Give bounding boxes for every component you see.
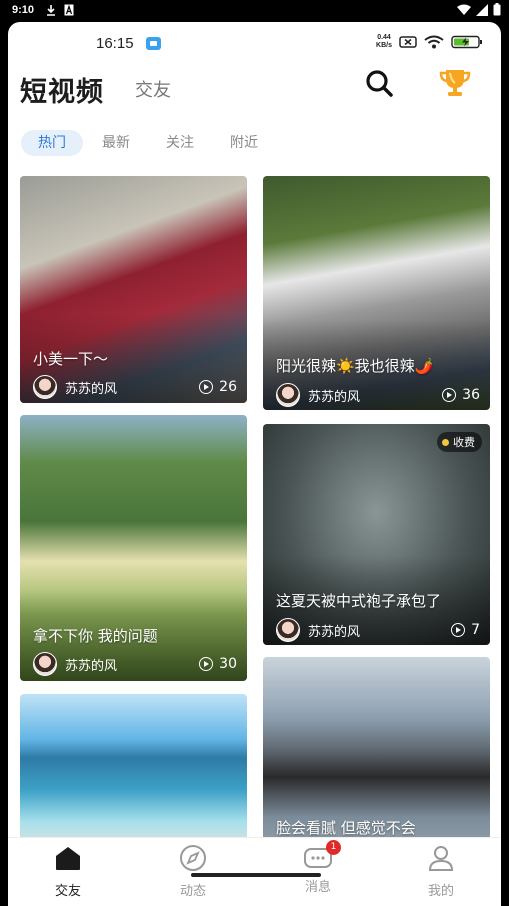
coin-icon — [442, 438, 449, 446]
app-notification-icon — [146, 37, 161, 50]
network-speed: 0.44 KB/s — [376, 34, 392, 49]
download-icon — [47, 5, 55, 16]
video-thumbnail — [20, 694, 247, 854]
avatar — [33, 375, 57, 399]
nav-item-feed[interactable]: 动态 — [153, 844, 233, 899]
nav-item-dating[interactable]: 交友 — [28, 844, 108, 899]
notification-a-icon — [64, 4, 74, 16]
video-author[interactable]: 苏苏的风 — [33, 375, 117, 399]
nav-item-messages[interactable]: 1 消息 — [278, 840, 358, 895]
view-count: 30 — [199, 656, 237, 672]
wifi-icon — [424, 35, 444, 49]
avatar — [276, 383, 300, 407]
avatar — [33, 652, 57, 676]
trophy-icon[interactable] — [438, 66, 472, 100]
video-caption: 拿不下你 我的问题 — [33, 627, 158, 645]
inner-status-bar: 16:15 0.44 KB/s — [8, 32, 501, 54]
compass-icon — [180, 845, 206, 871]
subtab-hot[interactable]: 热门 — [21, 130, 83, 156]
search-icon[interactable] — [364, 68, 394, 98]
subtab-bar: 热门 最新 关注 附近 — [21, 130, 277, 156]
author-name: 苏苏的风 — [308, 389, 361, 405]
author-name: 苏苏的风 — [308, 624, 361, 640]
video-author[interactable]: 苏苏的风 — [33, 652, 117, 676]
avatar — [276, 618, 300, 642]
play-icon — [199, 657, 214, 671]
view-count: 36 — [442, 387, 480, 403]
page-title[interactable]: 短视频 — [20, 70, 104, 109]
home-icon — [56, 847, 80, 870]
video-card[interactable]: 拿不下你 我的问题 苏苏的风 30 — [20, 415, 247, 681]
tab-dating[interactable]: 交友 — [135, 76, 171, 102]
signal-icon — [476, 3, 488, 16]
gesture-home-bar[interactable] — [191, 873, 321, 877]
video-caption: 小美一下～ — [33, 350, 109, 368]
inner-time: 16:15 — [96, 35, 134, 52]
video-caption: 阳光很辣☀️我也很辣🌶️ — [276, 357, 434, 375]
video-card[interactable]: 收费 这夏天被中式袍子承包了 苏苏的风 7 — [263, 424, 490, 645]
battery-icon — [493, 3, 501, 16]
paid-badge: 收费 — [437, 432, 482, 452]
video-author[interactable]: 苏苏的风 — [276, 618, 360, 642]
play-icon — [442, 388, 457, 402]
profile-icon — [428, 846, 454, 871]
view-count: 7 — [451, 622, 480, 638]
unread-badge: 1 — [326, 840, 341, 855]
app-screen: 16:15 0.44 KB/s 短视频 交友 热门 最新 关注 附近 小美一下～… — [8, 22, 501, 906]
system-indicators — [457, 3, 501, 16]
no-sim-icon — [399, 36, 417, 48]
video-card[interactable] — [20, 694, 247, 854]
system-time: 9:10 — [12, 4, 35, 16]
author-name: 苏苏的风 — [65, 658, 118, 674]
bottom-nav: 交友 动态 1 消息 我的 — [8, 837, 501, 906]
inner-indicators: 0.44 KB/s — [376, 34, 483, 50]
author-name: 苏苏的风 — [65, 381, 118, 397]
view-count: 26 — [199, 379, 237, 395]
nav-item-profile[interactable]: 我的 — [401, 844, 481, 899]
video-card[interactable]: 小美一下～ 苏苏的风 26 — [20, 176, 247, 403]
play-icon — [199, 380, 214, 394]
subtab-latest[interactable]: 最新 — [85, 130, 147, 156]
play-icon — [451, 623, 466, 637]
subtab-nearby[interactable]: 附近 — [213, 130, 275, 156]
subtab-following[interactable]: 关注 — [149, 130, 211, 156]
video-caption: 脸会看腻 但感觉不会 — [276, 819, 416, 837]
video-card[interactable]: 脸会看腻 但感觉不会 — [263, 657, 490, 857]
video-author[interactable]: 苏苏的风 — [276, 383, 360, 407]
wifi-icon — [457, 4, 471, 15]
battery-charging-icon — [451, 35, 482, 49]
video-card[interactable]: 阳光很辣☀️我也很辣🌶️ 苏苏的风 36 — [263, 176, 490, 410]
video-caption: 这夏天被中式袍子承包了 — [276, 592, 442, 610]
system-status-bar: 9:10 — [0, 0, 509, 22]
